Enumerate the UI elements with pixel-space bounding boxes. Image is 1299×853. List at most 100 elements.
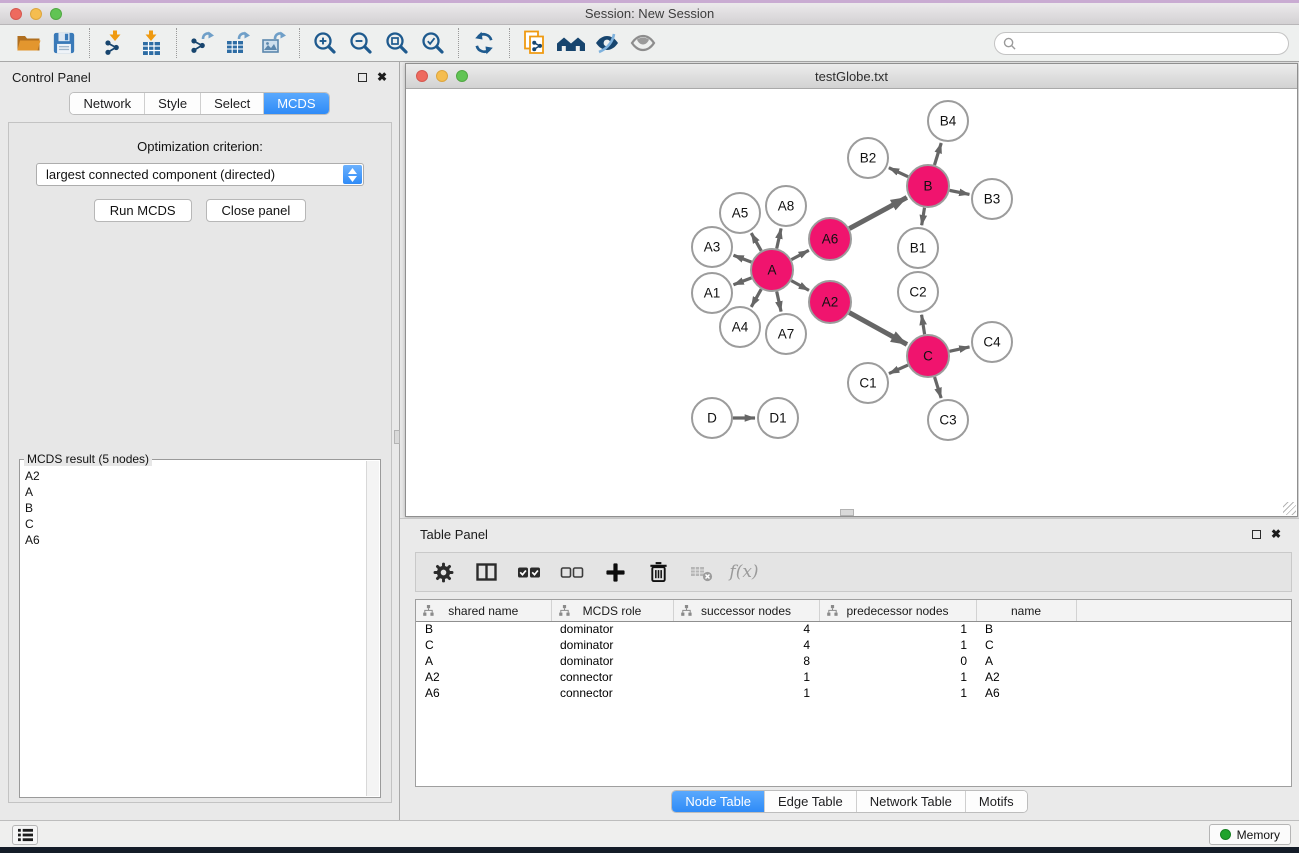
edge-A-A2[interactable] [791, 281, 809, 291]
cell[interactable]: 1 [819, 685, 976, 701]
edge-A-A1[interactable] [733, 278, 751, 285]
cell[interactable]: connector [551, 669, 673, 685]
zoom-fit-button[interactable] [379, 27, 415, 59]
mcds-result-list[interactable]: A2ABCA6 [21, 461, 366, 796]
edge-A-A3[interactable] [733, 255, 751, 262]
create-column-button[interactable] [598, 557, 632, 587]
cell[interactable]: 8 [673, 653, 819, 669]
hide-panels-button[interactable] [589, 27, 625, 59]
edge-A2-C[interactable] [849, 313, 907, 345]
cell[interactable]: 0 [819, 653, 976, 669]
edge-C-C4[interactable] [949, 347, 969, 351]
cell[interactable]: A2 [416, 669, 551, 685]
table-row[interactable]: Adominator80A [416, 653, 1291, 669]
edge-B-B4[interactable] [934, 143, 941, 165]
cell[interactable]: B [976, 621, 1076, 637]
export-image-button[interactable] [256, 27, 292, 59]
import-table-button[interactable] [133, 27, 169, 59]
zoom-selected-button[interactable] [415, 27, 451, 59]
tab-network-table[interactable]: Network Table [856, 791, 965, 812]
tab-node-table[interactable]: Node Table [672, 791, 764, 812]
cell[interactable]: A [416, 653, 551, 669]
table-row[interactable]: A6connector11A6 [416, 685, 1291, 701]
edge-C-C3[interactable] [935, 377, 942, 398]
zoom-out-button[interactable] [343, 27, 379, 59]
column-header-name[interactable]: name [976, 600, 1076, 621]
mcds-result-item[interactable]: B [25, 500, 362, 516]
delete-column-button[interactable] [641, 557, 675, 587]
edge-C-C2[interactable] [922, 315, 925, 335]
cell[interactable]: A6 [416, 685, 551, 701]
cell[interactable]: 4 [673, 621, 819, 637]
tab-network[interactable]: Network [70, 93, 144, 114]
mcds-result-item[interactable]: A6 [25, 532, 362, 548]
edge-B-B2[interactable] [889, 168, 908, 177]
cell[interactable]: 1 [819, 637, 976, 653]
cell[interactable]: A6 [976, 685, 1076, 701]
select-all-columns-button[interactable] [512, 557, 546, 587]
table-row[interactable]: Cdominator41C [416, 637, 1291, 653]
optimization-criterion-select[interactable]: largest connected component (directed) [36, 163, 364, 186]
close-panel-icon[interactable]: ✖ [377, 71, 387, 83]
tab-edge-table[interactable]: Edge Table [764, 791, 856, 812]
edge-B-B3[interactable] [950, 190, 970, 194]
table-row[interactable]: A2connector11A2 [416, 669, 1291, 685]
mcds-result-scrollbar[interactable] [366, 461, 379, 796]
table-row[interactable]: Bdominator41B [416, 621, 1291, 637]
mcds-result-item[interactable]: A2 [25, 468, 362, 484]
show-panels-button[interactable] [625, 27, 661, 59]
edge-A-A6[interactable] [791, 250, 808, 259]
cell[interactable]: 1 [819, 669, 976, 685]
tab-select[interactable]: Select [200, 93, 263, 114]
mcds-result-item[interactable]: C [25, 516, 362, 532]
edge-A-A4[interactable] [751, 289, 761, 307]
column-header-MCDS-role[interactable]: MCDS role [551, 600, 673, 621]
cell[interactable]: dominator [551, 653, 673, 669]
cell[interactable]: B [416, 621, 551, 637]
cell[interactable]: A [976, 653, 1076, 669]
cell[interactable]: A2 [976, 669, 1076, 685]
edge-C-C1[interactable] [889, 365, 908, 374]
open-session-button[interactable] [10, 27, 46, 59]
tab-motifs[interactable]: Motifs [965, 791, 1027, 812]
cell[interactable]: connector [551, 685, 673, 701]
mcds-result-item[interactable]: A [25, 484, 362, 500]
close-panel-button[interactable]: Close panel [206, 199, 307, 222]
cell[interactable]: dominator [551, 637, 673, 653]
column-header-successor-nodes[interactable]: successor nodes [673, 600, 819, 621]
search-input[interactable] [1021, 35, 1288, 53]
export-network-button[interactable] [184, 27, 220, 59]
split-divider-handle-horizontal[interactable] [840, 509, 854, 516]
edge-A6-B[interactable] [849, 197, 907, 228]
tab-mcds[interactable]: MCDS [263, 93, 328, 114]
table-header-row[interactable]: shared nameMCDS rolesuccessor nodesprede… [416, 600, 1291, 621]
close-table-panel-icon[interactable]: ✖ [1271, 528, 1281, 540]
cell[interactable]: 4 [673, 637, 819, 653]
show-column-button[interactable] [469, 557, 503, 587]
memory-button[interactable]: Memory [1209, 824, 1291, 845]
tab-style[interactable]: Style [144, 93, 200, 114]
deselect-all-columns-button[interactable] [555, 557, 589, 587]
network-canvas[interactable]: AA1A2A3A4A5A6A7A8BB1B2B3B4CC1C2C3C4DD1 [406, 89, 1297, 516]
export-table-button[interactable] [220, 27, 256, 59]
edge-A-A5[interactable] [751, 233, 761, 251]
search-field[interactable] [994, 32, 1289, 55]
run-mcds-button[interactable]: Run MCDS [94, 199, 192, 222]
float-panel-icon[interactable] [358, 73, 367, 82]
zoom-in-button[interactable] [307, 27, 343, 59]
edge-A-A8[interactable] [777, 228, 781, 248]
home-panes-button[interactable] [553, 27, 589, 59]
float-table-panel-icon[interactable] [1252, 530, 1261, 539]
window-resize-grip[interactable] [1283, 502, 1296, 515]
cell[interactable]: 1 [673, 669, 819, 685]
cell[interactable]: C [416, 637, 551, 653]
refresh-view-button[interactable] [466, 27, 502, 59]
edge-B-B1[interactable] [922, 208, 925, 226]
new-network-from-selection-button[interactable] [517, 27, 553, 59]
cell[interactable]: C [976, 637, 1076, 653]
column-header-shared-name[interactable]: shared name [416, 600, 551, 621]
cell[interactable]: dominator [551, 621, 673, 637]
task-history-button[interactable] [12, 825, 38, 845]
edge-A-A7[interactable] [777, 291, 781, 311]
import-network-button[interactable] [97, 27, 133, 59]
